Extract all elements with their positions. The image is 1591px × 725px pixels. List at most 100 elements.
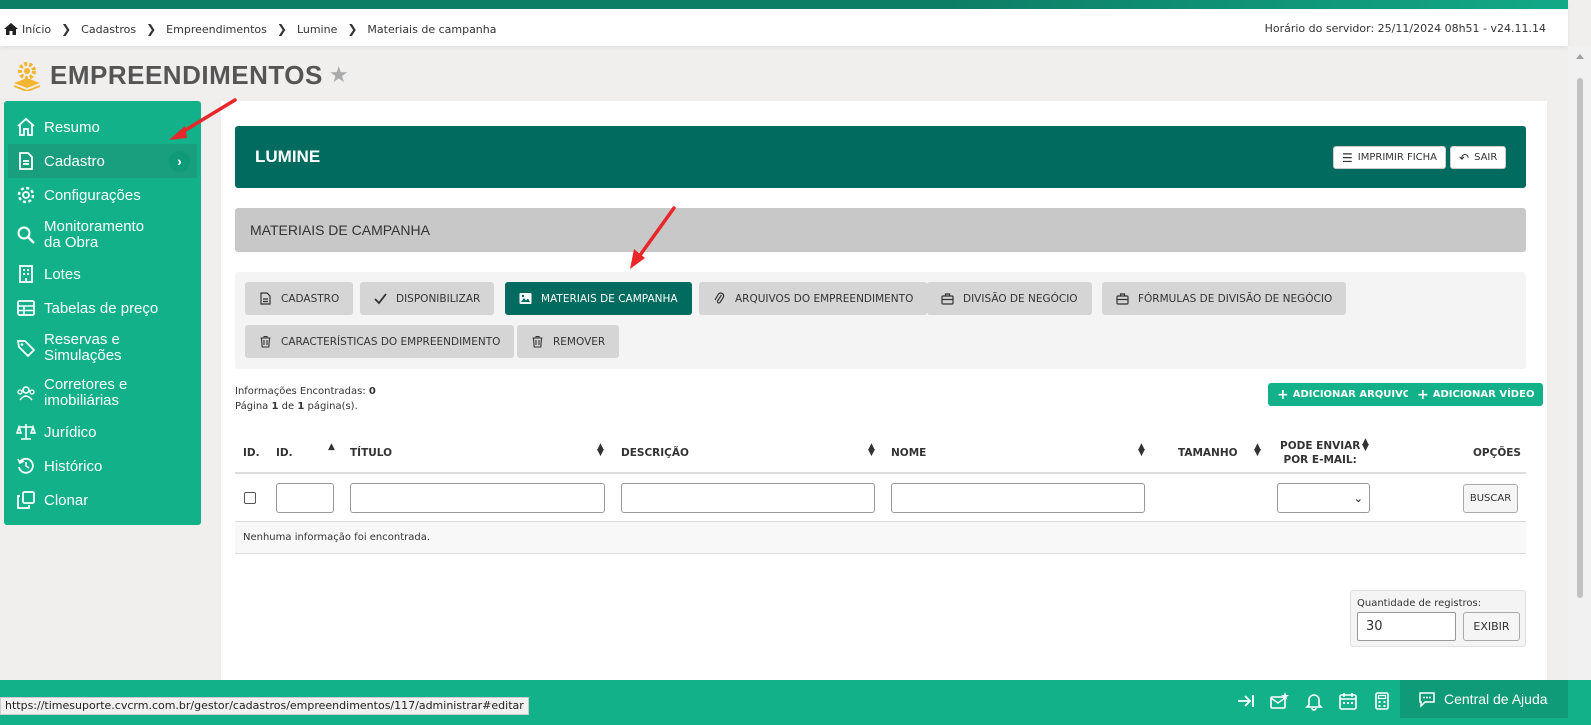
sort-icon[interactable]: ▲ ▼	[868, 443, 875, 458]
trash-icon	[260, 335, 271, 348]
search-button[interactable]: BUSCAR	[1463, 484, 1518, 513]
sidebar-item-label: Reservas e Simulações	[44, 330, 122, 364]
sidebar-item-label: Lotes	[44, 265, 81, 283]
sort-icon[interactable]: ▲ ▼	[597, 443, 604, 458]
page-scrollbar[interactable]	[1568, 46, 1591, 680]
page-header: EMPREENDIMENTOS ★	[12, 60, 349, 91]
breadcrumb: Início ❯ Cadastros ❯ Empreendimentos ❯ L…	[4, 22, 497, 36]
sidebar-item-tabelas[interactable]: Tabelas de preço	[4, 291, 201, 325]
breadcrumb-empreendimentos[interactable]: Empreendimentos	[166, 23, 267, 36]
table-icon	[17, 300, 35, 316]
records-input[interactable]: 30	[1357, 612, 1456, 641]
tab-disponibilizar[interactable]: DISPONIBILIZAR	[360, 282, 495, 315]
home-icon[interactable]	[4, 23, 18, 35]
sidebar-item-lotes[interactable]: Lotes	[4, 257, 201, 291]
sidebar-item-juridico[interactable]: Jurídico	[4, 415, 201, 449]
col-titulo[interactable]: TÍTULO	[350, 431, 392, 474]
tab-label: CARACTERÍSTICAS DO EMPREENDIMENTO	[281, 335, 501, 348]
calendar-icon[interactable]	[1338, 691, 1358, 711]
tab-label: DIVISÃO DE NEGÓCIO	[963, 292, 1078, 305]
sort-asc-icon[interactable]: ▲	[328, 443, 335, 452]
list-icon: ☰	[1342, 150, 1353, 165]
bell-icon[interactable]	[1304, 691, 1324, 711]
sidebar-item-cadastro[interactable]: Cadastro ›	[8, 144, 197, 178]
sidebar-item-monitoramento[interactable]: Monitoramento da Obra	[4, 212, 201, 257]
add-video-button[interactable]: + ADICIONAR VÍDEO	[1408, 383, 1544, 406]
collapse-right-icon[interactable]	[1236, 691, 1256, 711]
results-count-value: 0	[368, 386, 376, 397]
col-nome[interactable]: NOME	[891, 431, 926, 474]
scale-icon	[16, 424, 36, 440]
clone-icon	[17, 491, 35, 509]
filter-id-input[interactable]	[276, 483, 334, 513]
results-info: Informações Encontradas: 0 Página 1 de 1…	[235, 384, 376, 414]
filter-descricao-input[interactable]	[621, 483, 875, 513]
sidebar-item-clonar[interactable]: Clonar	[4, 483, 201, 517]
breadcrumb-home[interactable]: Início	[22, 23, 51, 36]
filter-titulo-input[interactable]	[350, 483, 605, 513]
col-descricao[interactable]: DESCRIÇÃO	[621, 431, 689, 474]
sort-icon[interactable]: ▲ ▼	[1362, 438, 1369, 453]
tab-label: FÓRMULAS DE DIVISÃO DE NEGÓCIO	[1138, 292, 1333, 305]
section-title: MATERIAIS DE CAMPANHA	[250, 222, 430, 238]
col-tamanho[interactable]: TAMANHO	[1178, 431, 1238, 474]
col-pode-enviar[interactable]: PODE ENVIAR POR E-MAIL:	[1280, 431, 1360, 474]
results-count: Informações Encontradas: 0	[235, 384, 376, 399]
home-icon	[17, 117, 35, 136]
tab-arquivos[interactable]: ARQUIVOS DO EMPREENDIMENTO	[699, 282, 928, 315]
add-file-button[interactable]: + ADICIONAR ARQUIVO	[1268, 383, 1421, 406]
filter-email-select[interactable]: ⌄	[1277, 483, 1370, 513]
tab-divisao-negocio[interactable]: DIVISÃO DE NEGÓCIO	[927, 282, 1092, 315]
tab-label: DISPONIBILIZAR	[396, 292, 481, 305]
tab-remover[interactable]: REMOVER	[517, 325, 620, 358]
building-icon	[19, 265, 33, 283]
show-button[interactable]: EXIBIR	[1463, 612, 1520, 641]
top-bar: Início ❯ Cadastros ❯ Empreendimentos ❯ L…	[0, 0, 1568, 46]
sidebar-item-historico[interactable]: Histórico	[4, 449, 201, 483]
calculator-icon[interactable]	[1372, 691, 1392, 711]
help-center-button[interactable]: Central de Ajuda	[1400, 680, 1568, 718]
tab-cadastro[interactable]: CADASTRO	[245, 282, 354, 315]
print-button-label: IMPRIMIR FICHA	[1357, 152, 1438, 163]
chevron-right-icon[interactable]: ›	[169, 151, 190, 172]
sort-icon[interactable]: ▲ ▼	[1254, 443, 1261, 458]
tab-formulas-divisao[interactable]: FÓRMULAS DE DIVISÃO DE NEGÓCIO	[1102, 282, 1347, 315]
building-gear-logo-icon	[13, 61, 41, 91]
mail-star-icon[interactable]	[1269, 691, 1289, 711]
reply-icon: ↶	[1459, 150, 1470, 165]
exit-button-label: SAIR	[1474, 152, 1498, 163]
briefcase-icon	[941, 293, 954, 305]
tab-caracteristicas[interactable]: CARACTERÍSTICAS DO EMPREENDIMENTO	[245, 325, 515, 358]
exit-button[interactable]: ↶ SAIR	[1450, 146, 1507, 169]
tag-icon	[16, 339, 36, 357]
search-icon	[17, 226, 35, 244]
sidebar-item-label: Jurídico	[44, 423, 97, 441]
tabs-area: CADASTRO DISPONIBILIZAR MATERIAIS DE CAM…	[235, 272, 1526, 369]
col-id[interactable]: ID.	[276, 431, 293, 474]
sidebar-item-corretores[interactable]: Corretores e imobiliárias	[4, 370, 201, 415]
add-file-label: ADICIONAR ARQUIVO	[1292, 389, 1412, 400]
breadcrumb-lumine[interactable]: Lumine	[297, 23, 337, 36]
trash-icon	[532, 335, 543, 348]
tab-materiais-campanha[interactable]: MATERIAIS DE CAMPANHA	[505, 282, 692, 315]
document-icon	[260, 292, 271, 305]
tab-label: REMOVER	[553, 335, 606, 348]
plus-icon: +	[1417, 386, 1429, 403]
sidebar-item-label: Configurações	[44, 186, 141, 204]
sidebar-item-reservas[interactable]: Reservas e Simulações	[4, 325, 201, 370]
page-prefix: Página	[235, 401, 269, 412]
page-of: de	[281, 401, 295, 412]
scroll-thumb[interactable]	[1577, 78, 1583, 598]
server-time: Horário do servidor: 25/11/2024 08h51 - …	[1264, 22, 1546, 35]
star-icon[interactable]: ★	[329, 63, 349, 88]
filter-nome-input[interactable]	[891, 483, 1145, 513]
briefcase-icon	[1116, 293, 1129, 305]
print-button[interactable]: ☰ IMPRIMIR FICHA	[1333, 146, 1447, 169]
sidebar-item-configuracoes[interactable]: Configurações	[4, 178, 201, 212]
scroll-up-arrow-icon[interactable]	[1576, 54, 1584, 59]
chevron-right-icon: ❯	[146, 22, 157, 36]
col-pode-enviar-line2: POR E-MAIL:	[1283, 453, 1357, 466]
breadcrumb-cadastros[interactable]: Cadastros	[81, 23, 136, 36]
select-all-checkbox[interactable]	[244, 492, 256, 504]
sort-icon[interactable]: ▲ ▼	[1138, 443, 1145, 458]
